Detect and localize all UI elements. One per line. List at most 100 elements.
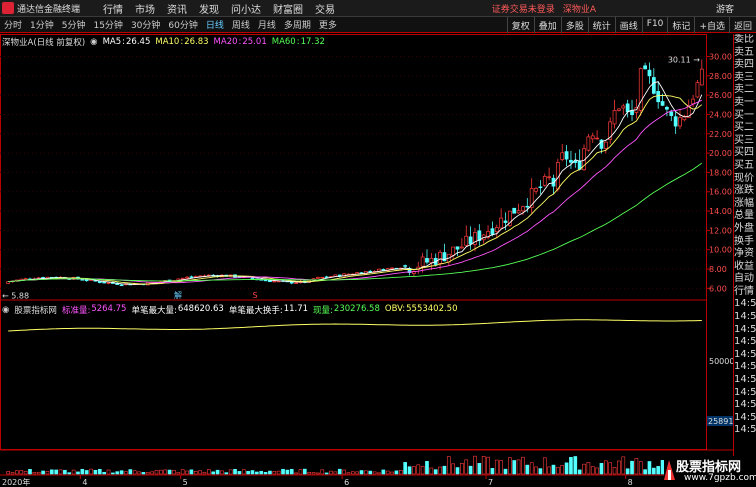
volume-bar	[582, 463, 586, 475]
volume-bar	[58, 469, 63, 475]
toolbar-button[interactable]: 多股	[560, 17, 588, 33]
quote-panel-label[interactable]: 14:5	[734, 324, 756, 337]
settings-icon[interactable]: ◉	[90, 37, 97, 47]
quote-panel-label[interactable]: 委比	[734, 34, 756, 47]
quote-panel-label[interactable]: 净资	[734, 248, 756, 261]
volume-bar	[80, 468, 85, 475]
quote-panel-label[interactable]: 总量	[734, 210, 756, 223]
period-tab[interactable]: 1分钟	[26, 18, 58, 31]
volume-bar	[634, 458, 639, 475]
price-axis-label: 26.00	[709, 91, 732, 100]
quote-panel-label[interactable]: 14:5	[734, 424, 756, 437]
volume-bar	[15, 470, 19, 475]
stock-tab[interactable]: 深物业A	[563, 2, 596, 15]
menu-item[interactable]: 市场	[135, 1, 155, 16]
quote-panel-label[interactable]: 收益	[734, 261, 756, 274]
quote-panel-label[interactable]: 自动	[734, 273, 756, 286]
toolbar-button[interactable]: F10	[641, 17, 668, 33]
price-axis-label: 12.00	[709, 226, 732, 235]
quote-panel-label[interactable]: 卖二	[734, 84, 756, 97]
menu-item[interactable]: 交易	[315, 1, 335, 16]
period-tab[interactable]: 分时	[0, 18, 26, 31]
period-tab[interactable]: 多周期	[280, 18, 315, 31]
chart-canvas[interactable]: 30.00 28.00 26.00 24.00 22.00 20.00 18.00 16.00…	[0, 34, 733, 487]
quote-panel-label[interactable]: 行情	[734, 286, 756, 299]
volume-bar	[102, 471, 106, 475]
menu-item[interactable]: 问小达	[231, 1, 261, 16]
quote-panel-label[interactable]: 涨跌	[734, 185, 756, 198]
menu-item[interactable]: 财富圈	[273, 1, 303, 16]
quote-panel-label[interactable]: 卖五	[734, 47, 756, 60]
menu-item[interactable]: 行情	[103, 1, 123, 16]
period-tab[interactable]: 更多	[315, 18, 341, 31]
quote-panel-label[interactable]: 外盘	[734, 223, 756, 236]
volume-bar	[41, 470, 45, 475]
event-marker[interactable]: S	[252, 291, 257, 300]
candle-body	[464, 235, 469, 246]
candle-body	[102, 281, 107, 284]
toolbar-button[interactable]: 统计	[587, 17, 615, 33]
quote-panel-label[interactable]: 买二	[734, 122, 756, 135]
period-tab[interactable]: 周线	[228, 18, 254, 31]
event-marker[interactable]: 解	[174, 290, 182, 300]
period-tab[interactable]: 月线	[254, 18, 280, 31]
menu-item[interactable]: 发现	[199, 1, 219, 16]
volume-bar	[176, 472, 181, 475]
period-tab[interactable]: 60分钟	[164, 18, 201, 31]
toolbar-button[interactable]: 返回	[728, 17, 756, 33]
toolbar-button[interactable]: 叠加	[533, 17, 561, 33]
toolbar-button[interactable]: 画线	[614, 17, 642, 33]
volume-bar	[486, 456, 490, 475]
volume-bar	[630, 460, 634, 475]
quote-panel-label[interactable]: 14:5	[734, 387, 756, 400]
volume-bar	[499, 460, 503, 475]
quote-panel-label[interactable]: 14:5	[734, 349, 756, 362]
login-status[interactable]: 证券交易未登录	[492, 2, 555, 15]
quote-panel-label[interactable]: 买四	[734, 147, 756, 160]
quote-panel-label[interactable]: 现价	[734, 173, 756, 186]
quote-panel-label[interactable]: 买一	[734, 110, 756, 123]
guest-button[interactable]: 游客	[716, 2, 734, 15]
quote-panel-label[interactable]: 卖一	[734, 97, 756, 110]
period-tab[interactable]: 15分钟	[89, 18, 126, 31]
volume-bar	[647, 461, 652, 475]
x-axis-label: 5	[183, 478, 188, 487]
period-tab[interactable]: 日线	[202, 18, 228, 31]
price-axis-label: 30.00	[709, 52, 732, 61]
volume-bar	[516, 459, 521, 475]
toolbar-button[interactable]: +自选	[694, 17, 729, 33]
ma-label: MA10	[155, 37, 180, 47]
quote-panel-label[interactable]: 14:5	[734, 311, 756, 324]
kline-chart[interactable]: 30.00 28.00 26.00 24.00 22.00 20.00 18.00 16.00…	[0, 34, 733, 487]
toolbar-button[interactable]: 复权	[506, 17, 534, 33]
volume-bar	[446, 456, 451, 475]
period-tab[interactable]: 5分钟	[58, 18, 90, 31]
quote-panel-label[interactable]: 涨幅	[734, 198, 756, 211]
quote-panel-label[interactable]: 卖四	[734, 59, 756, 72]
indicator-settings-icon[interactable]: ◉	[2, 305, 9, 315]
chart-label[interactable]: 深物业A(日线 前复权)	[2, 36, 85, 48]
quote-panel-label[interactable]: 买三	[734, 135, 756, 148]
volume-label: 25891	[708, 417, 733, 426]
quote-panel-label[interactable]: 换手	[734, 236, 756, 249]
candle-body	[691, 98, 695, 105]
ma-value: 25.01	[242, 37, 267, 47]
quote-panel-label[interactable]: 14:5	[734, 374, 756, 387]
indicator-name[interactable]: 股票指标网	[14, 304, 57, 316]
toolbar-button[interactable]: 标记	[667, 17, 694, 33]
period-toolbar: 分时 1分钟 5分钟 15分钟 30分钟 60分钟 日线 周线 月线 多周期 更多 复权 叠加 多股 统计…	[0, 17, 756, 33]
quote-panel-label[interactable]: 卖三	[734, 72, 756, 85]
candle-body	[425, 258, 429, 263]
quote-panel-label[interactable]: 14:5	[734, 298, 756, 311]
volume-bar	[172, 469, 176, 475]
candle-body	[656, 91, 661, 103]
quote-panel-label[interactable]: 14:5	[734, 336, 756, 349]
period-tab[interactable]: 30分钟	[127, 18, 164, 31]
quote-panel-label[interactable]: 买五	[734, 160, 756, 173]
menu-item[interactable]: 资讯	[167, 1, 187, 16]
quote-panel-label[interactable]: 14:5	[734, 399, 756, 412]
ma-label: MA20	[213, 37, 238, 47]
quote-panel-label[interactable]: 14:5	[734, 361, 756, 374]
volume-bar	[416, 464, 421, 475]
quote-panel-label[interactable]: 14:5	[734, 412, 756, 425]
